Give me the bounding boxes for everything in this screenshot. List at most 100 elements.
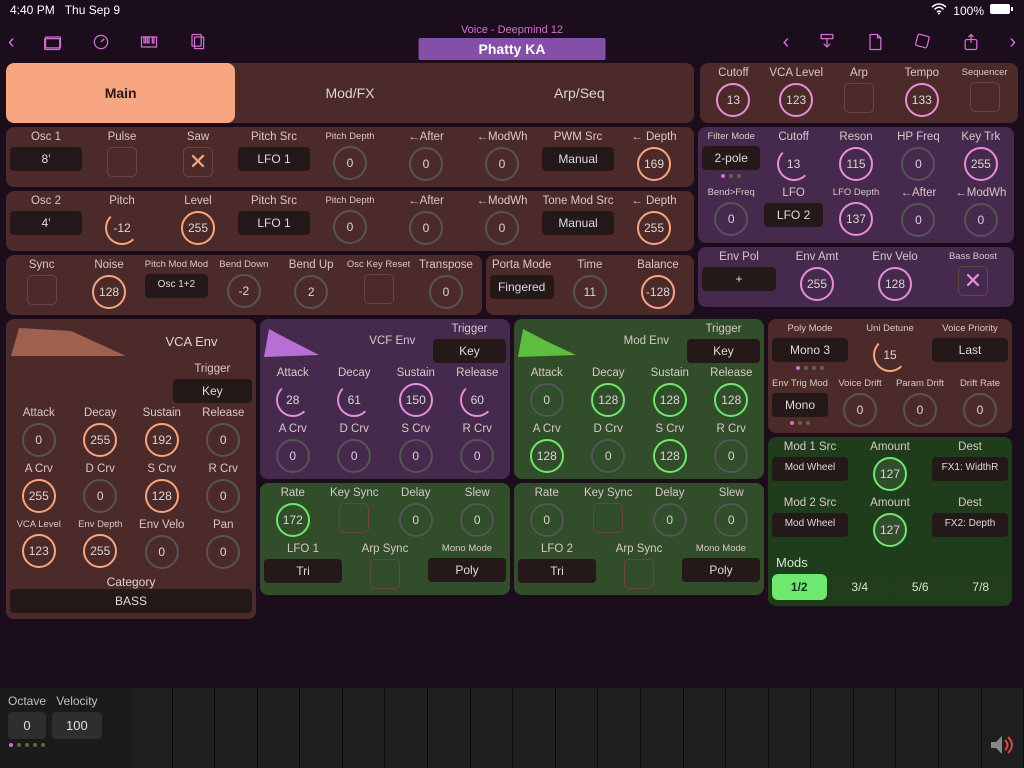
share-icon[interactable]: [961, 32, 981, 52]
vcf-attack[interactable]: 28: [276, 383, 310, 417]
mod-decay[interactable]: 128: [591, 383, 625, 417]
osc2-pitch[interactable]: -12: [105, 211, 139, 245]
velocity-value[interactable]: 100: [52, 712, 102, 739]
vcf-decay[interactable]: 61: [337, 383, 371, 417]
osc1-range[interactable]: 8': [10, 147, 82, 171]
vca-release[interactable]: 0: [206, 423, 240, 457]
lfo2-rate[interactable]: 0: [530, 503, 564, 537]
vca-pan[interactable]: 0: [206, 535, 240, 569]
envpol[interactable]: +: [702, 267, 776, 291]
osc1-modwh[interactable]: 0: [485, 147, 519, 181]
filter-mode[interactable]: 2-pole: [702, 146, 760, 170]
mods-page-56[interactable]: 5/6: [893, 574, 948, 600]
osc1-pitchdepth[interactable]: 0: [333, 146, 367, 180]
osc1-pitchsrc[interactable]: LFO 1: [238, 147, 310, 171]
vcf-trigger[interactable]: Key: [433, 339, 506, 363]
tempo-knob[interactable]: 133: [905, 83, 939, 117]
lfo2-wave[interactable]: Tri: [518, 559, 596, 583]
vcf-sustain[interactable]: 150: [399, 383, 433, 417]
lfo2-delay[interactable]: 0: [653, 503, 687, 537]
lfo1-arpsync[interactable]: [370, 559, 400, 589]
vca-envvelo[interactable]: 0: [145, 535, 179, 569]
osc2-modwh[interactable]: 0: [485, 211, 519, 245]
voicepriority[interactable]: Last: [932, 338, 1008, 362]
mod2-dst[interactable]: FX2: Depth: [932, 513, 1008, 537]
lfo1-mono[interactable]: Poly: [428, 558, 506, 582]
keyboard[interactable]: [130, 688, 1024, 768]
vca-decay[interactable]: 255: [83, 423, 117, 457]
mod-scrv[interactable]: 128: [653, 439, 687, 473]
arp-toggle[interactable]: [844, 83, 874, 113]
vca-scrv[interactable]: 128: [145, 479, 179, 513]
lfo2-slew[interactable]: 0: [714, 503, 748, 537]
tab-arpseq[interactable]: Arp/Seq: [465, 63, 694, 123]
porta-mode[interactable]: Fingered: [490, 275, 554, 299]
vcf-rcrv[interactable]: 0: [460, 439, 494, 473]
bassboost[interactable]: ✕: [958, 266, 988, 296]
paramdrift[interactable]: 0: [903, 393, 937, 427]
filter-keytrk[interactable]: 255: [964, 147, 998, 181]
polymode[interactable]: Mono 3: [772, 338, 848, 362]
filter-cutoff[interactable]: 13: [777, 147, 811, 181]
transpose-knob[interactable]: 0: [429, 275, 463, 309]
osc2-depth[interactable]: 255: [637, 211, 671, 245]
dice-icon[interactable]: [913, 32, 933, 52]
lfo1-rate[interactable]: 172: [276, 503, 310, 537]
bendup-knob[interactable]: 2: [294, 275, 328, 309]
vca-trigger[interactable]: Key: [173, 379, 252, 403]
envtrigmode[interactable]: Mono: [772, 393, 828, 417]
osc2-level[interactable]: 255: [181, 211, 215, 245]
piano-icon[interactable]: [139, 32, 159, 52]
mod-trigger[interactable]: Key: [687, 339, 760, 363]
octave-value[interactable]: 0: [8, 712, 46, 739]
osc1-depth[interactable]: 169: [637, 147, 671, 181]
envvelo-knob[interactable]: 128: [878, 267, 912, 301]
osc1-saw[interactable]: ✕: [183, 147, 213, 177]
voicedrift[interactable]: 0: [843, 393, 877, 427]
vca-sustain[interactable]: 192: [145, 423, 179, 457]
osc2-pitchsrc[interactable]: LFO 1: [238, 211, 310, 235]
download-icon[interactable]: [817, 32, 837, 52]
filter-lfo[interactable]: LFO 2: [764, 203, 822, 227]
pitchmodmode[interactable]: Osc 1+2: [145, 274, 208, 298]
category[interactable]: BASS: [10, 589, 252, 613]
mod1-amt[interactable]: 127: [873, 457, 907, 491]
benddown-knob[interactable]: -2: [227, 274, 261, 308]
sequencer-toggle[interactable]: [970, 82, 1000, 112]
vca-envdepth[interactable]: 255: [83, 534, 117, 568]
speaker-icon[interactable]: [986, 730, 1016, 760]
osc1-pulse[interactable]: [107, 147, 137, 177]
unidetune[interactable]: 15: [873, 338, 907, 372]
lfo1-keysync[interactable]: [339, 503, 369, 533]
mod2-amt[interactable]: 127: [873, 513, 907, 547]
noise-knob[interactable]: 128: [92, 275, 126, 309]
patch-name[interactable]: Phatty KA: [419, 38, 606, 60]
vca-acrv[interactable]: 255: [22, 479, 56, 513]
dial-icon[interactable]: [91, 32, 111, 52]
vca-level[interactable]: 123: [22, 534, 56, 568]
tab-modfx[interactable]: Mod/FX: [235, 63, 464, 123]
lfo1-wave[interactable]: Tri: [264, 559, 342, 583]
next-button[interactable]: ›: [1009, 31, 1016, 54]
cutoff-knob[interactable]: 13: [716, 83, 750, 117]
driftrate[interactable]: 0: [963, 393, 997, 427]
mod1-src[interactable]: Mod Wheel: [772, 457, 848, 481]
osc2-after[interactable]: 0: [409, 211, 443, 245]
vca-rcrv[interactable]: 0: [206, 479, 240, 513]
lfo2-arpsync[interactable]: [624, 559, 654, 589]
mod-sustain[interactable]: 128: [653, 383, 687, 417]
porta-bal[interactable]: -128: [641, 275, 675, 309]
mod1-dst[interactable]: FX1: WidthR: [932, 457, 1008, 481]
mod-dcrv[interactable]: 0: [591, 439, 625, 473]
mods-page-34[interactable]: 3/4: [833, 574, 888, 600]
mod-acrv[interactable]: 128: [530, 439, 564, 473]
osc1-pwmsrc[interactable]: Manual: [542, 147, 614, 171]
vca-dcrv[interactable]: 0: [83, 479, 117, 513]
vcf-release[interactable]: 60: [460, 383, 494, 417]
lfo2-keysync[interactable]: [593, 503, 623, 533]
mod-rcrv[interactable]: 0: [714, 439, 748, 473]
new-file-icon[interactable]: [865, 32, 885, 52]
lfo1-delay[interactable]: 0: [399, 503, 433, 537]
mods-page-12[interactable]: 1/2: [772, 574, 827, 600]
osc2-range[interactable]: 4': [10, 211, 82, 235]
